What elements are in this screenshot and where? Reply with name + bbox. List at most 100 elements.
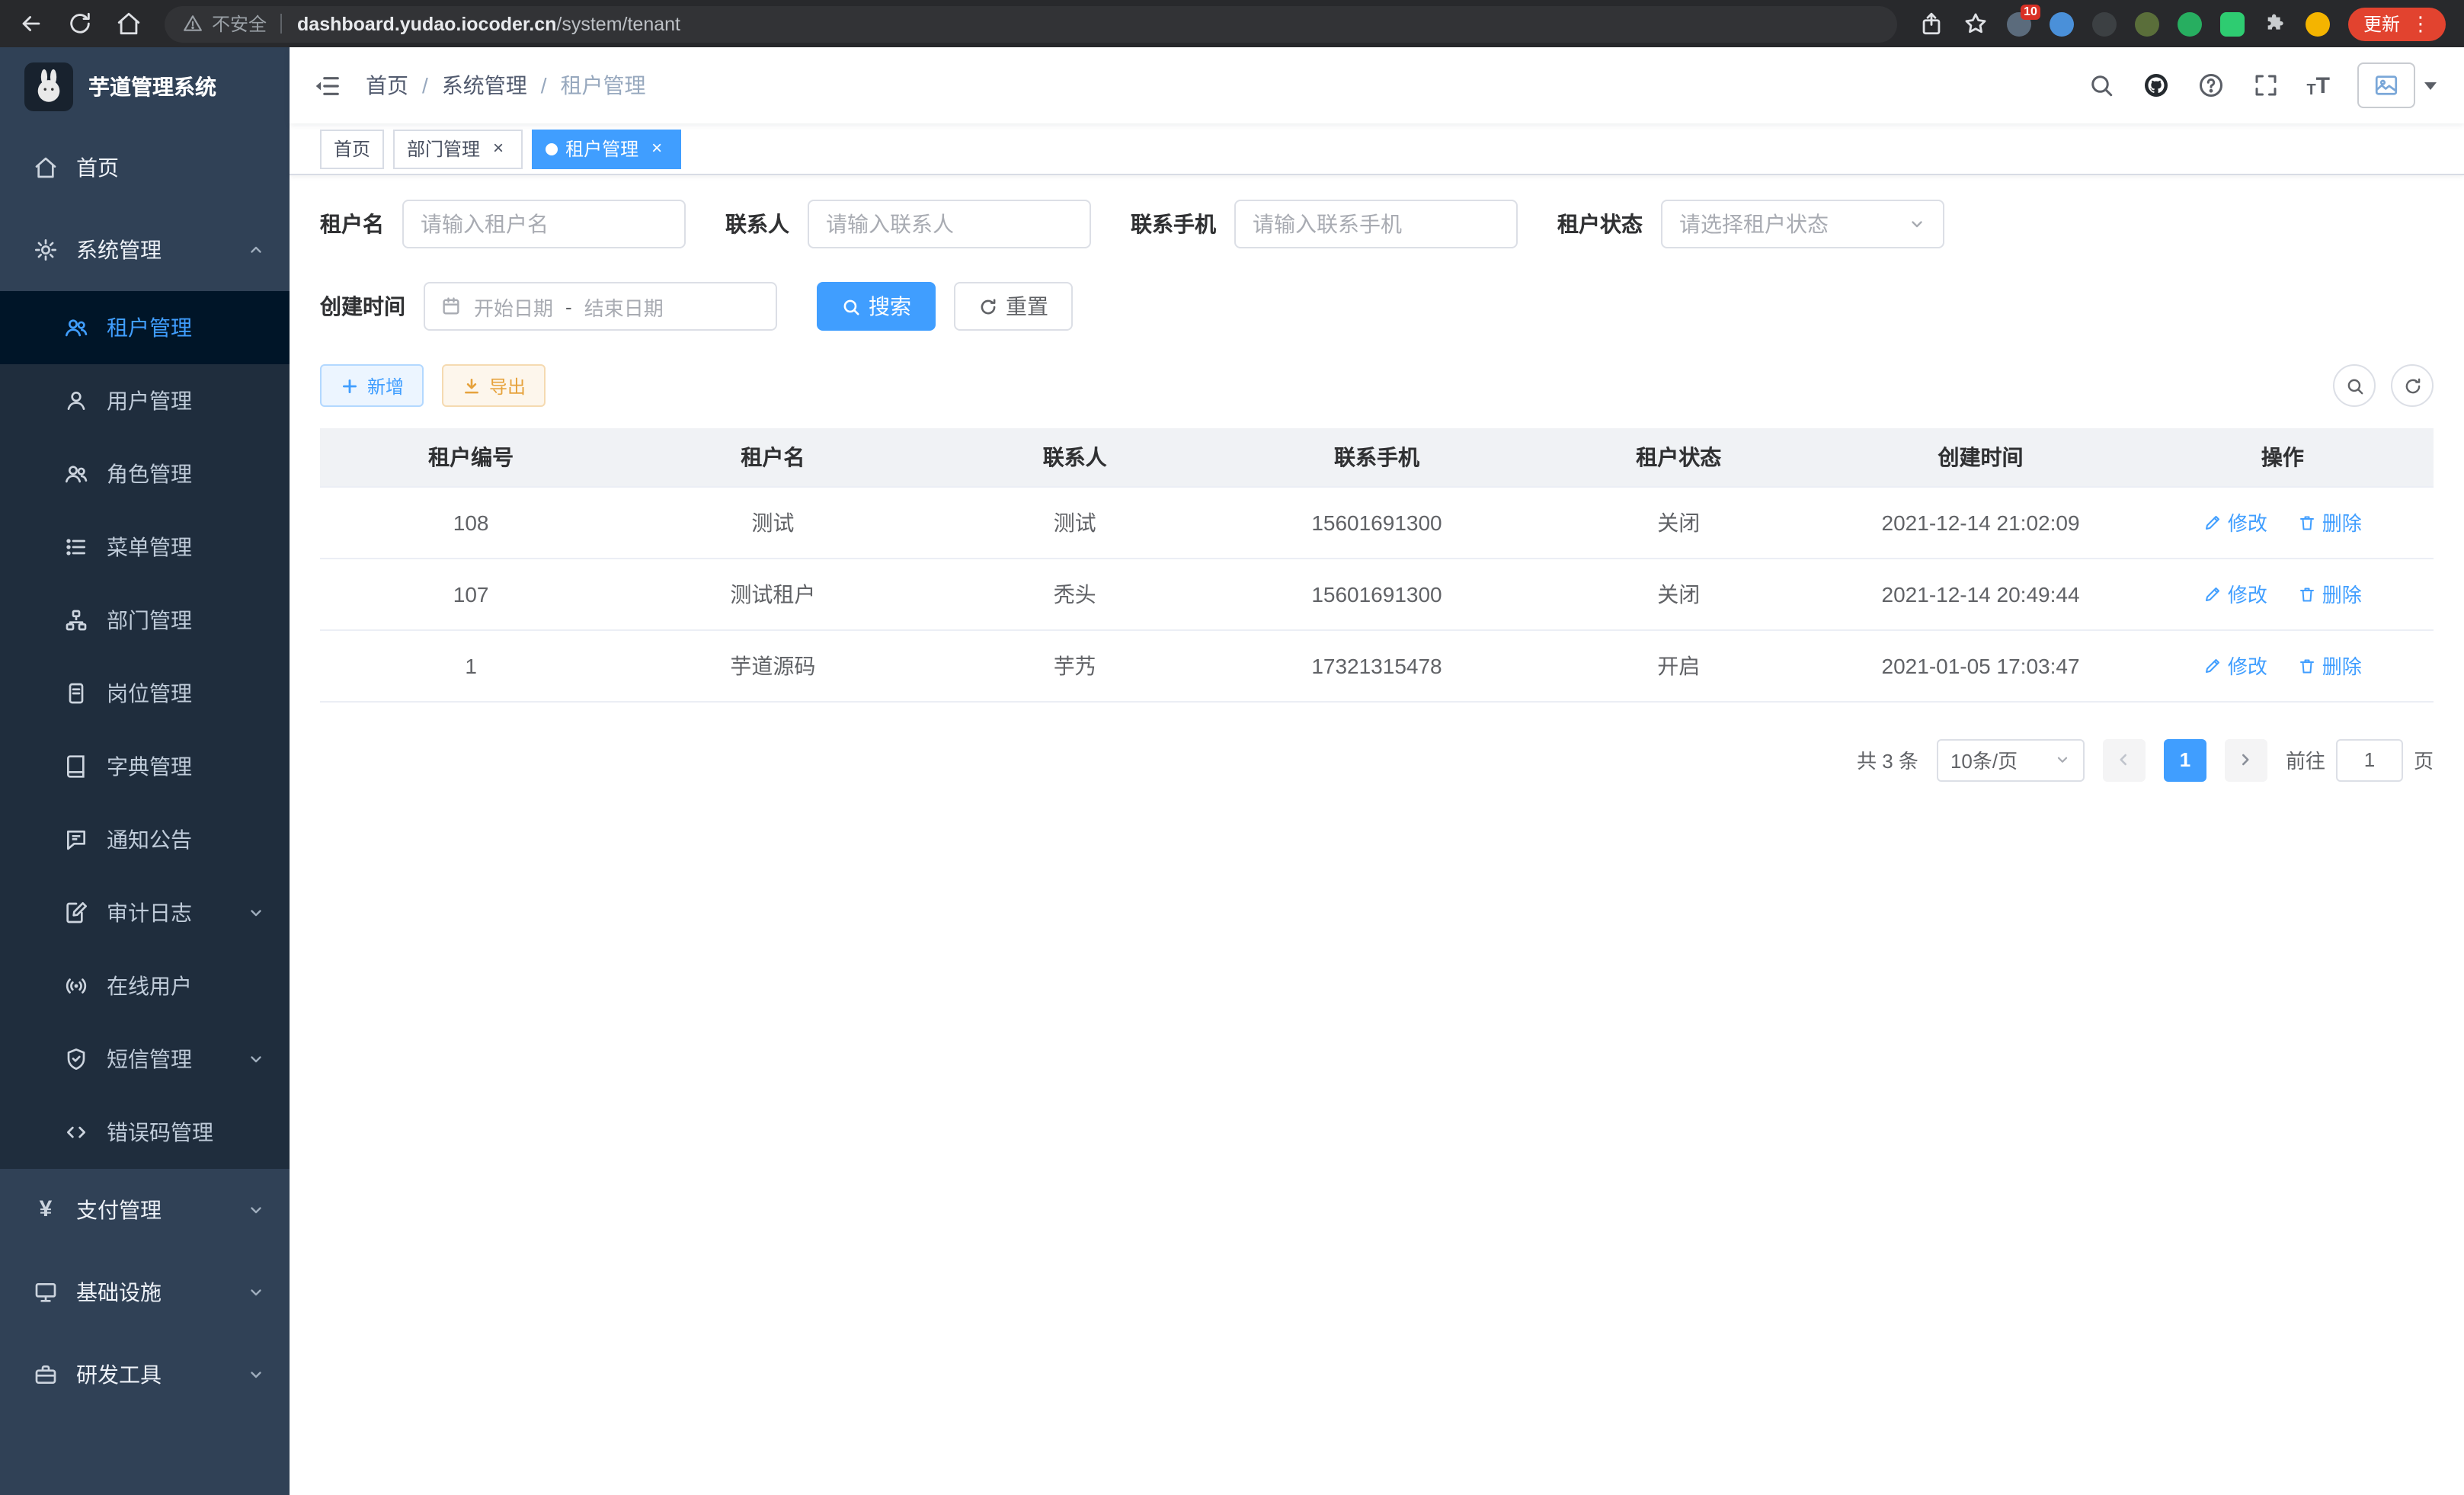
sidebar-item-devtools[interactable]: 研发工具 [0, 1333, 290, 1416]
extension-adblock-icon[interactable]: 10 [2007, 11, 2031, 36]
tab-dept[interactable]: 部门管理× [393, 129, 523, 168]
breadcrumb-system[interactable]: 系统管理 [442, 70, 527, 101]
logo-rabbit-icon [24, 62, 73, 111]
sidebar-item-system[interactable]: 系统管理 [0, 209, 290, 291]
browser-menu-icon[interactable]: ⋮ [2411, 14, 2430, 34]
share-icon[interactable] [1918, 11, 1944, 37]
next-page-button[interactable] [2225, 738, 2267, 781]
page-content: 租户名 联系人 联系手机 租户状态 请选择租户状态 [290, 175, 2464, 1495]
cell-tenant-id: 107 [320, 558, 622, 629]
avatar[interactable] [2357, 62, 2415, 108]
extension-blue-icon[interactable] [2050, 11, 2074, 36]
reset-button[interactable]: 重置 [954, 282, 1073, 331]
edit-button[interactable]: 修改 [2203, 579, 2267, 608]
gear-icon [34, 238, 58, 262]
add-button[interactable]: 新增 [320, 364, 424, 407]
home-icon [34, 155, 58, 180]
col-tenant-id: 租户编号 [320, 428, 622, 486]
tenant-name-input[interactable] [421, 212, 667, 236]
phone-input[interactable] [1253, 212, 1499, 236]
status-select[interactable]: 请选择租户状态 [1661, 200, 1944, 248]
sidebar-item-post[interactable]: 岗位管理 [0, 657, 290, 730]
cell-contact: 芋艿 [924, 629, 1226, 701]
cell-status: 开启 [1528, 629, 1829, 701]
goto-page-input[interactable] [2336, 738, 2403, 781]
sidebar: 芋道管理系统 首页 系统管理 租户管理 用户管理 [0, 47, 290, 1495]
extension-green-circle-icon[interactable] [2178, 11, 2202, 36]
sidebar-item-notice[interactable]: 通知公告 [0, 803, 290, 876]
extensions-puzzle-icon[interactable] [2263, 11, 2287, 36]
breadcrumb-home[interactable]: 首页 [366, 70, 408, 101]
sidebar-item-dept[interactable]: 部门管理 [0, 584, 290, 657]
post-badge-icon [64, 681, 88, 706]
devtools-toolbox-icon [34, 1362, 58, 1387]
sidebar-item-error-code[interactable]: 错误码管理 [0, 1096, 290, 1169]
chevron-down-icon [2054, 751, 2071, 768]
table-row: 1 芋道源码 芋艿 17321315478 开启 2021-01-05 17:0… [320, 629, 2434, 701]
sidebar-item-home[interactable]: 首页 [0, 126, 290, 209]
cell-status: 关闭 [1528, 486, 1829, 558]
fullscreen-icon[interactable] [2251, 72, 2279, 99]
edit-button[interactable]: 修改 [2203, 651, 2267, 680]
profile-avatar-icon[interactable] [2306, 11, 2330, 36]
tab-close-icon[interactable]: × [646, 138, 667, 159]
date-range-picker[interactable]: 开始日期 - 结束日期 [424, 282, 777, 331]
reload-icon[interactable] [67, 11, 93, 37]
sidebar-item-menu[interactable]: 菜单管理 [0, 511, 290, 584]
sidebar-item-tenant[interactable]: 租户管理 [0, 291, 290, 364]
github-icon[interactable] [2142, 72, 2169, 99]
security-label: 不安全 [212, 11, 267, 37]
tab-close-icon[interactable]: × [488, 138, 509, 159]
sidebar-item-role[interactable]: 角色管理 [0, 437, 290, 511]
page-size-select[interactable]: 10条/页 [1937, 738, 2085, 781]
cell-phone: 17321315478 [1226, 629, 1528, 701]
delete-button[interactable]: 删除 [2298, 651, 2362, 680]
refresh-button[interactable] [2391, 364, 2434, 407]
col-phone: 联系手机 [1226, 428, 1528, 486]
search-toggle-button[interactable] [2333, 364, 2376, 407]
menu-list-icon [64, 535, 88, 559]
sidebar-item-audit-log[interactable]: 审计日志 [0, 876, 290, 949]
bookmark-star-icon[interactable] [1963, 11, 1989, 37]
user-menu[interactable] [2357, 62, 2437, 108]
app-logo[interactable]: 芋道管理系统 [0, 47, 290, 126]
col-tenant-name: 租户名 [622, 428, 923, 486]
breadcrumb-separator: / [422, 73, 428, 98]
delete-button[interactable]: 删除 [2298, 507, 2362, 536]
extension-olive-icon[interactable] [2135, 11, 2159, 36]
sidebar-item-sms[interactable]: 短信管理 [0, 1023, 290, 1096]
home-nav-icon[interactable] [116, 11, 142, 37]
pagination: 共 3 条 10条/页 1 前往 页 [320, 738, 2434, 781]
search-button[interactable]: 搜索 [817, 282, 936, 331]
url-bar[interactable]: 不安全 dashboard.yudao.iocoder.cn/system/te… [165, 5, 1897, 42]
extension-chat-icon[interactable] [2220, 11, 2245, 36]
tab-home[interactable]: 首页 [320, 129, 384, 168]
help-icon[interactable] [2197, 72, 2224, 99]
sidebar-item-user[interactable]: 用户管理 [0, 364, 290, 437]
cell-contact: 测试 [924, 486, 1226, 558]
sidebar-item-online-user[interactable]: 在线用户 [0, 949, 290, 1023]
security-warning-icon[interactable] [183, 14, 203, 34]
extension-dark-icon[interactable] [2092, 11, 2117, 36]
back-icon[interactable] [18, 11, 44, 37]
sidebar-item-infrastructure[interactable]: 基础设施 [0, 1251, 290, 1333]
breadcrumb: 首页 / 系统管理 / 租户管理 [366, 70, 646, 101]
search-icon[interactable] [2087, 72, 2114, 99]
font-size-icon[interactable]: TT [2306, 72, 2330, 98]
delete-button[interactable]: 删除 [2298, 579, 2362, 608]
edit-button[interactable]: 修改 [2203, 507, 2267, 536]
contact-input[interactable] [826, 212, 1073, 236]
system-submenu: 租户管理 用户管理 角色管理 菜单管理 部门管理 [0, 291, 290, 1169]
sidebar-item-payment[interactable]: ¥ 支付管理 [0, 1169, 290, 1251]
cell-tenant-id: 1 [320, 629, 622, 701]
tenant-users-icon [64, 315, 88, 340]
page-number-1[interactable]: 1 [2164, 738, 2206, 781]
prev-page-button[interactable] [2103, 738, 2146, 781]
sidebar-item-dict[interactable]: 字典管理 [0, 730, 290, 803]
export-button[interactable]: 导出 [442, 364, 546, 407]
update-button[interactable]: 更新⋮ [2348, 7, 2446, 40]
online-signal-icon [64, 974, 88, 998]
tab-tenant[interactable]: 租户管理× [532, 129, 681, 168]
cell-tenant-name: 测试租户 [622, 558, 923, 629]
sidebar-fold-icon[interactable] [312, 71, 341, 100]
